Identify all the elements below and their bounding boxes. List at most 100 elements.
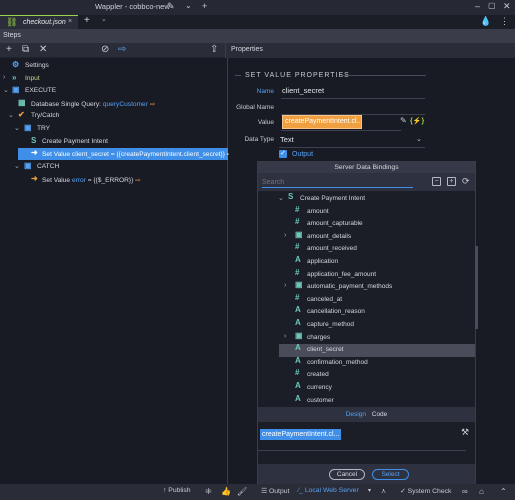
global-name-field[interactable] xyxy=(282,103,422,113)
plus-icon[interactable]: + xyxy=(202,1,207,11)
thumbs-up-icon[interactable]: 👍 xyxy=(221,487,231,496)
bindings-item-amount-capturable[interactable]: # amount_capturable xyxy=(279,217,475,231)
tree-item-settings[interactable]: ⚙ Settings xyxy=(0,60,228,72)
refresh-icon[interactable]: ⟳ xyxy=(462,176,470,187)
output-icon: ⇨ xyxy=(149,101,156,108)
add-icon[interactable]: + xyxy=(6,44,12,55)
bindings-item-label: confirmation_method xyxy=(307,358,368,366)
output-button[interactable]: ☰ Output xyxy=(261,487,289,495)
collapse-all-icon[interactable]: − xyxy=(432,177,441,186)
tree-item-database-query[interactable]: ▦ Database Single Query: queryCustomer ⇨ xyxy=(0,98,228,110)
chevron-down-icon[interactable]: ⌄ xyxy=(416,135,422,143)
close-icon[interactable]: ✕ xyxy=(503,1,511,12)
tree-item-create-payment-intent[interactable]: S Create Payment Intent xyxy=(0,136,228,148)
disable-icon[interactable]: ⊘ xyxy=(101,44,109,55)
bindings-item-amount-received[interactable]: # amount_received xyxy=(279,242,475,256)
bindings-item-charges[interactable]: › ▣ charges xyxy=(279,331,475,345)
maximize-icon[interactable]: ▢ xyxy=(488,1,496,10)
chevron-down-icon[interactable]: ⌄ xyxy=(14,162,20,170)
copy-icon[interactable]: ⧉ xyxy=(22,44,29,55)
chevron-up-icon[interactable]: ⌃ xyxy=(500,487,507,496)
server-data-bindings-dialog: Server Data Bindings − + ⟳ ⌄ S Create Pa… xyxy=(257,161,478,484)
bindings-item-customer[interactable]: Acustomer xyxy=(279,394,475,408)
server-dropdown-icon[interactable]: ▾ xyxy=(368,487,371,494)
more-menu-icon[interactable]: ⋮ xyxy=(500,16,509,27)
run-icon[interactable]: ⋏ xyxy=(381,487,386,495)
server-selector[interactable]: ⁄_ Local Web Server xyxy=(298,487,359,494)
tree-item-try[interactable]: ⌄ ▣ TRY xyxy=(0,123,228,135)
tree-item-execute[interactable]: ⌄ ▣ EXECUTE xyxy=(0,85,228,97)
theme-drop-icon[interactable]: 💧 xyxy=(480,16,491,27)
tree-item-try-catch[interactable]: ⌄ ✔ Try/Catch xyxy=(0,110,228,122)
expand-all-icon[interactable]: + xyxy=(447,177,456,186)
bindings-item-application-fee-amount[interactable]: # application_fee_amount xyxy=(279,268,475,282)
tab-close-icon[interactable]: × xyxy=(68,18,72,25)
bindings-item-capture-method[interactable]: Acapture_method xyxy=(279,318,475,332)
bindings-item-client-secret[interactable]: Aclient_secret xyxy=(279,343,475,357)
divider xyxy=(235,75,241,76)
chevron-right-icon[interactable]: › xyxy=(284,333,286,340)
tab-code[interactable]: Code xyxy=(372,407,388,422)
bindings-item-label: application xyxy=(307,258,339,265)
tree-item-catch[interactable]: ⌄ ▣ CATCH xyxy=(0,161,228,173)
bindings-item-application[interactable]: Aapplication xyxy=(279,255,475,269)
brush-icon[interactable]: 🖌 xyxy=(237,487,247,496)
system-check-button[interactable]: ✓ System Check xyxy=(400,487,451,495)
select-button[interactable]: Select xyxy=(372,469,409,480)
add-tab-button[interactable]: + xyxy=(84,15,90,26)
publish-button[interactable]: ↑ Publish xyxy=(163,487,191,494)
chevron-right-icon[interactable]: › xyxy=(284,282,286,289)
bindings-item-label: client_secret xyxy=(307,346,344,354)
bindings-item-amount-details[interactable]: › ▣ amount_details xyxy=(279,230,475,244)
tree-item-set-value-error[interactable]: ➜ Set Value error = {{$_ERROR}} ⇨ xyxy=(0,174,228,186)
delete-icon[interactable]: ✕ xyxy=(39,44,47,55)
bindings-item-cancellation-reason[interactable]: Acancellation_reason xyxy=(279,305,475,319)
bindings-item-label: amount_capturable xyxy=(307,220,363,228)
data-type-underline xyxy=(279,147,425,148)
bindings-item-automatic-payment-methods[interactable]: › ▣ automatic_payment_methods xyxy=(279,280,475,294)
pencil-icon[interactable]: ✎ xyxy=(167,1,175,12)
extensions-icon[interactable]: ⌂ xyxy=(479,487,484,496)
bindings-parent-create-payment-intent[interactable]: ⌄ S Create Payment Intent xyxy=(258,192,475,206)
chevron-down-icon[interactable]: ⌄ xyxy=(3,86,9,94)
nodes-icon[interactable]: ⁜ xyxy=(205,487,212,496)
bindings-item-currency[interactable]: Acurrency xyxy=(279,381,475,395)
tab-checkout-json[interactable]: ⛓ checkout.json × xyxy=(0,15,78,29)
chevron-right-icon[interactable]: › xyxy=(3,74,5,81)
box-icon: ▣ xyxy=(12,85,20,94)
value-underline xyxy=(281,130,401,131)
cancel-button[interactable]: Cancel xyxy=(329,469,365,480)
query-name: queryCustomer xyxy=(102,101,148,108)
data-type-select[interactable]: Text xyxy=(280,135,294,144)
share-icon[interactable]: ⇪ xyxy=(210,44,218,55)
value-field[interactable]: createPaymentIntent.cl... xyxy=(282,115,362,129)
arrow-up-icon: ↑ xyxy=(163,487,167,494)
tab-design[interactable]: Design xyxy=(346,407,366,422)
infinity-icon[interactable]: ∞ xyxy=(462,487,468,496)
chevron-down-icon[interactable]: ⌄ xyxy=(14,124,20,132)
chevron-down-icon[interactable]: ⌄ xyxy=(185,1,192,10)
tree-item-set-value-client-secret[interactable]: ➜ Set Value client_secret = {{createPaym… xyxy=(18,148,232,160)
output-checkbox[interactable]: ✓ xyxy=(279,150,287,158)
pencil-icon[interactable]: ✎ xyxy=(400,116,407,125)
bindings-item-confirmation-method[interactable]: Aconfirmation_method xyxy=(279,356,475,370)
dynamic-data-icon[interactable]: {⚡} xyxy=(410,117,424,125)
expression-chip[interactable]: createPaymentIntent.cl... xyxy=(260,429,342,440)
data-type-label: Data Type xyxy=(244,136,274,143)
name-field[interactable]: client_secret xyxy=(282,86,324,95)
step-out-icon[interactable]: ⇨ xyxy=(118,44,126,55)
scrollbar[interactable] xyxy=(475,246,478,329)
chevron-right-icon[interactable]: › xyxy=(284,232,286,239)
search-input[interactable] xyxy=(262,178,413,188)
server-label: Local Web Server xyxy=(304,487,359,494)
tree-item-input[interactable]: › » Input xyxy=(0,73,228,85)
tab-list-chevron-icon[interactable]: ⌄ xyxy=(101,15,107,23)
magic-wand-icon[interactable]: ⚒ xyxy=(461,427,469,438)
chevron-down-icon[interactable]: ⌄ xyxy=(8,111,14,119)
bindings-item-created[interactable]: # created xyxy=(279,368,475,382)
bindings-item-canceled-at[interactable]: # canceled_at xyxy=(279,293,475,307)
chevron-down-icon[interactable]: ⌄ xyxy=(278,194,284,202)
bindings-item-amount[interactable]: # amount xyxy=(279,205,475,219)
tree-item-label: Try/Catch xyxy=(31,112,60,119)
minimize-icon[interactable]: – xyxy=(475,1,480,11)
